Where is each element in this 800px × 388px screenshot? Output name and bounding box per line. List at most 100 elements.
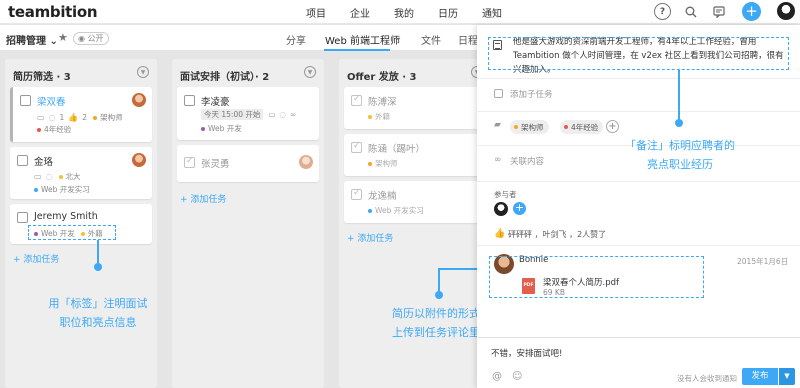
star-icon[interactable]: ★ bbox=[58, 31, 68, 44]
task-checkbox-done[interactable] bbox=[184, 156, 195, 168]
link-icon: ∞ bbox=[290, 110, 297, 119]
task-card[interactable]: 梁双春 ▭ ◌ 1 👍 2 架构师 4年经验 bbox=[10, 87, 152, 142]
task-title: 李凌豪 bbox=[201, 97, 230, 108]
tag-icon: ▰ bbox=[494, 120, 501, 130]
task-detail-panel: 他是盛大游戏的资深前端开发工程师，有4年以上工作经验，曾用 Teambition… bbox=[477, 25, 800, 388]
task-tags: 架构师 bbox=[368, 158, 398, 169]
note-highlight-box bbox=[488, 37, 789, 70]
user-avatar[interactable] bbox=[777, 2, 795, 20]
column-menu-icon[interactable]: ▼ bbox=[137, 66, 149, 78]
tag-chip[interactable]: 架构师 bbox=[510, 120, 549, 134]
task-meta: 今天 15:00 开始 ▭ ◌ ∞ bbox=[201, 109, 296, 120]
subtask-placeholder: 添加子任务 bbox=[510, 90, 553, 100]
tag-dot-orange bbox=[514, 125, 518, 129]
tab-share[interactable]: 分享 bbox=[286, 32, 306, 47]
participants-label: 参与者 bbox=[494, 190, 517, 199]
nav-item-projects[interactable]: 项目 bbox=[306, 5, 326, 20]
tag-dot-yellow bbox=[368, 114, 372, 119]
active-tab-indicator bbox=[324, 49, 390, 51]
nav-item-enterprise[interactable]: 企业 bbox=[350, 5, 370, 20]
like-icon[interactable]: 👍 bbox=[494, 229, 505, 239]
task-meta: ▭ ◌ 北大 bbox=[34, 172, 81, 181]
task-checkbox[interactable] bbox=[17, 155, 28, 166]
tab-files[interactable]: 文件 bbox=[421, 32, 441, 47]
comment-icon: ▭ bbox=[37, 113, 45, 122]
add-icon[interactable]: + bbox=[742, 2, 761, 21]
subtask-checkbox bbox=[494, 89, 503, 98]
add-participant-button[interactable]: + bbox=[513, 202, 526, 215]
task-title: 龙逸楠 bbox=[368, 191, 397, 202]
nav-item-mine[interactable]: 我的 bbox=[394, 5, 414, 20]
annotation-dot bbox=[675, 119, 683, 127]
task-card[interactable]: 张灵勇 bbox=[177, 145, 319, 182]
tab-dropdown-icon[interactable]: ⌄ bbox=[394, 32, 402, 43]
task-tags: Web 开发实习 bbox=[368, 205, 424, 216]
column-screening: 简历筛选 · 3 ▼ 梁双春 ▭ ◌ 1 👍 2 架构师 4年经验 金珞 ▭ ◌… bbox=[5, 59, 157, 388]
add-tag-button[interactable]: + bbox=[606, 120, 619, 133]
comment-icon: ▭ bbox=[268, 110, 276, 119]
tab-web-frontend[interactable]: Web 前端工程师 bbox=[325, 32, 400, 47]
participant-avatar[interactable] bbox=[494, 202, 508, 216]
annotation-dot bbox=[94, 263, 102, 271]
task-checkbox-done[interactable] bbox=[351, 94, 362, 106]
search-icon[interactable] bbox=[682, 3, 699, 20]
publish-button[interactable]: 发布 bbox=[742, 368, 778, 385]
tag-dot-yellow bbox=[58, 174, 63, 179]
task-card[interactable]: 陈涵（踢叶） 架构师 bbox=[344, 134, 486, 176]
tag-chip[interactable]: 4年经验 bbox=[560, 120, 604, 134]
chat-bubble-icon: ◌ bbox=[45, 172, 53, 181]
task-checkbox[interactable] bbox=[184, 95, 195, 106]
participants-row: 参与者 + 👍 砰砰砰 ，叶剑飞 ，2人赞了 bbox=[477, 181, 800, 241]
emoji-icon[interactable]: ☺ bbox=[512, 371, 522, 382]
task-card[interactable]: 金珞 ▭ ◌ 北大 Web 开发实习 bbox=[10, 147, 152, 199]
task-title: Jeremy Smith bbox=[34, 211, 98, 222]
tag-dot-blue bbox=[368, 208, 372, 213]
nav-item-calendar[interactable]: 日历 bbox=[438, 5, 458, 20]
task-tags: 4年经验 bbox=[37, 124, 71, 135]
mention-icon[interactable]: @ bbox=[492, 371, 502, 382]
task-card[interactable]: 龙逸楠 Web 开发实习 bbox=[344, 181, 486, 223]
publish-options-icon[interactable]: ▼ bbox=[779, 368, 795, 385]
task-checkbox-done[interactable] bbox=[351, 188, 362, 200]
app-logo[interactable]: teambition bbox=[8, 3, 98, 21]
assignee-avatar bbox=[132, 153, 146, 167]
link-icon: ∞ bbox=[494, 155, 502, 165]
chat-icon[interactable] bbox=[710, 3, 727, 20]
comment-composer: 不错，安排面试吧! @ ☺ 没有人会收到通知 发布 ▼ bbox=[477, 337, 800, 388]
annotation-note: 「备注」标明应聘者的 亮点职业经历 bbox=[625, 139, 735, 171]
column-title: Offer 发放 · 3 bbox=[347, 72, 417, 83]
add-task-button[interactable]: + 添加任务 bbox=[347, 231, 393, 244]
task-tags: 外籍 bbox=[368, 111, 390, 122]
task-tags: Web 开发 bbox=[201, 123, 242, 134]
tag-dot-purple bbox=[201, 126, 205, 131]
column-title: 简历筛选 · 3 bbox=[13, 72, 71, 83]
task-card[interactable]: 李凌豪 今天 15:00 开始 ▭ ◌ ∞ Web 开发 bbox=[177, 87, 319, 140]
top-bar: teambition 项目 企业 我的 日历 通知 ? + bbox=[0, 0, 800, 24]
like-icon: 👍 bbox=[68, 113, 79, 122]
tag-dot-red bbox=[37, 127, 41, 132]
task-card[interactable]: 陈溥深 外籍 bbox=[344, 87, 486, 129]
task-checkbox-done[interactable] bbox=[351, 141, 362, 153]
assignee-avatar bbox=[132, 93, 146, 107]
add-task-button[interactable]: + 添加任务 bbox=[13, 252, 59, 265]
project-name[interactable]: 招聘管理 ⌄ bbox=[6, 32, 58, 47]
task-checkbox[interactable] bbox=[17, 212, 28, 223]
add-task-button[interactable]: + 添加任务 bbox=[180, 192, 226, 205]
tag-dot-orange bbox=[93, 115, 98, 120]
annotation-dot bbox=[435, 291, 443, 299]
comment-input[interactable]: 不错，安排面试吧! bbox=[491, 347, 562, 359]
subtask-row[interactable]: 添加子任务 bbox=[477, 78, 800, 107]
comment-icon: ▭ bbox=[34, 172, 42, 181]
column-title: 面试安排（初试）· 2 bbox=[180, 72, 270, 83]
help-icon[interactable]: ? bbox=[654, 3, 671, 20]
visibility-badge: ◉ 公开 bbox=[73, 32, 109, 45]
comment-date: 2015年1月6日 bbox=[737, 257, 789, 266]
assignee-avatar bbox=[299, 155, 313, 169]
task-title: 梁双春 bbox=[37, 97, 66, 108]
tab-schedule[interactable]: 日程 bbox=[458, 32, 478, 47]
column-menu-icon[interactable]: ▼ bbox=[304, 66, 316, 78]
task-checkbox[interactable] bbox=[20, 95, 31, 106]
nav-item-notifications[interactable]: 通知 bbox=[482, 5, 502, 20]
chevron-down-icon: ⌄ bbox=[49, 36, 58, 47]
annotation-line bbox=[438, 268, 440, 292]
